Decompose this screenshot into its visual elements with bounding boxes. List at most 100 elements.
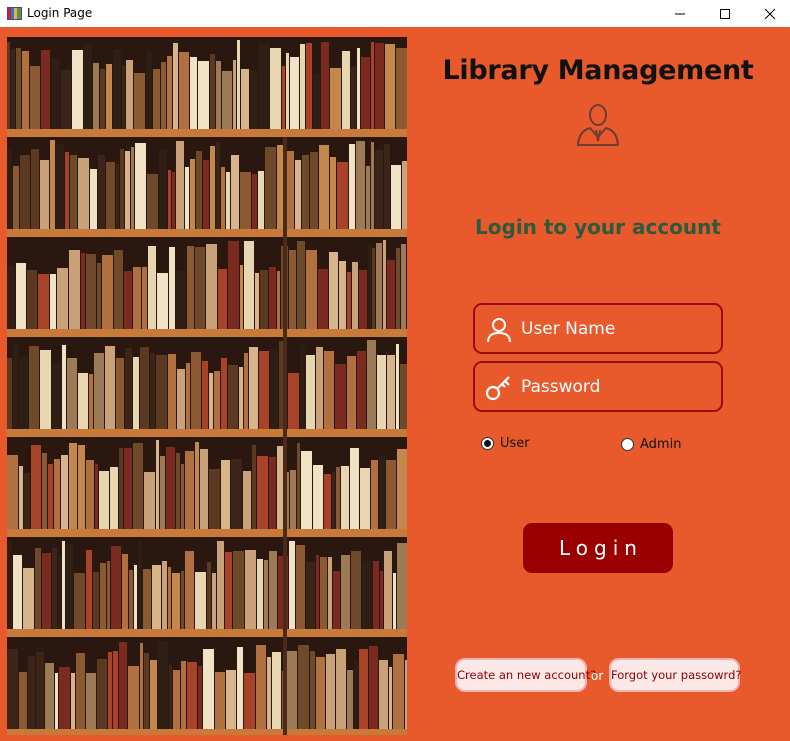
book-spine [226,670,236,729]
book-spine [360,468,370,529]
login-button[interactable]: Login [523,523,673,573]
book-spine [380,571,383,629]
book-spine [335,364,346,429]
book-spine [86,550,92,629]
book-spine [113,651,118,729]
book-spine [66,544,73,629]
book-spine [114,250,123,329]
book-spine [313,74,320,129]
book-spine [7,358,12,429]
book-spine [228,241,239,329]
book-spine [195,442,199,529]
book-spine [100,69,105,129]
book-spine [135,143,146,229]
book-spine [384,551,392,629]
book-spine [16,263,26,329]
password-input[interactable] [521,372,717,402]
book-spine [306,250,317,329]
window-title: Login Page [27,6,93,20]
create-account-button[interactable]: Create an new account? [455,658,596,692]
book-spine [97,659,107,729]
book-spine [195,247,205,329]
book-spine [71,673,75,729]
book-spine [316,657,325,729]
book-spine [93,572,99,629]
forgot-password-button[interactable]: Forgot your passowrd? [609,658,741,692]
book-spine [255,273,259,329]
username-field[interactable] [473,303,723,354]
book-spine [67,358,77,429]
book-spine [173,670,180,729]
book-spine [24,473,30,529]
book-spine [30,66,40,129]
role-user-radio[interactable]: User [481,436,530,451]
book-spine [157,273,168,329]
book-spine [320,557,327,629]
username-input[interactable] [521,314,717,344]
book-spine [351,551,361,629]
book-spine [150,660,157,729]
minimize-icon [675,13,685,14]
book-spine [143,569,151,629]
book-spine [195,572,206,629]
book-spine [19,466,23,529]
book-spine [233,551,244,629]
book-spine [330,68,341,129]
book-spine [310,152,318,229]
book-spine [55,673,58,729]
book-spine [13,166,19,229]
password-field[interactable] [473,361,723,412]
book-spine [371,142,374,229]
book-spine [48,464,53,529]
book-spine [129,570,133,629]
close-icon [764,8,776,19]
book-spine [119,642,127,729]
book-spine [27,270,37,329]
book-spine [36,652,44,729]
book-spine [212,573,216,629]
book-spine [62,345,66,429]
role-admin-label: Admin [640,437,682,452]
book-spine [65,152,69,229]
book-spine [260,270,268,329]
book-spine [116,358,124,429]
book-spine [69,250,80,329]
book-spine [341,466,349,529]
close-button[interactable] [747,0,790,27]
book-spine [397,543,407,629]
book-spine [379,660,388,729]
book-spine [361,57,370,129]
minimize-button[interactable] [657,0,703,27]
book-spine [23,568,34,629]
book-spine [144,472,155,529]
book-spine [61,455,68,529]
book-spine [371,460,378,529]
book-spine [316,347,323,429]
book-spine [86,673,96,729]
book-spine [356,141,365,229]
book-spine [347,272,351,329]
book-spine [270,349,278,429]
book-spine [38,274,49,329]
role-admin-radio[interactable]: Admin [621,437,681,452]
shelf-plank [7,329,407,337]
book-spine [393,654,404,729]
app-icon [7,7,22,20]
shelf-plank [7,629,407,637]
shelf-plank [7,729,407,735]
book-spine [306,355,315,429]
radio-unselected-icon[interactable] [621,438,634,451]
book-spine [203,649,214,729]
book-spine [256,645,266,729]
book-spine [138,541,142,629]
book-spine [133,443,143,529]
book-spine [78,445,85,529]
book-spine [333,571,340,629]
book-spine [245,550,256,629]
book-spine [186,363,190,429]
radio-selected-icon[interactable] [481,437,494,450]
book-spine [51,58,60,129]
book-spine [366,166,370,229]
book-spine [264,560,268,629]
maximize-button[interactable] [702,0,748,27]
